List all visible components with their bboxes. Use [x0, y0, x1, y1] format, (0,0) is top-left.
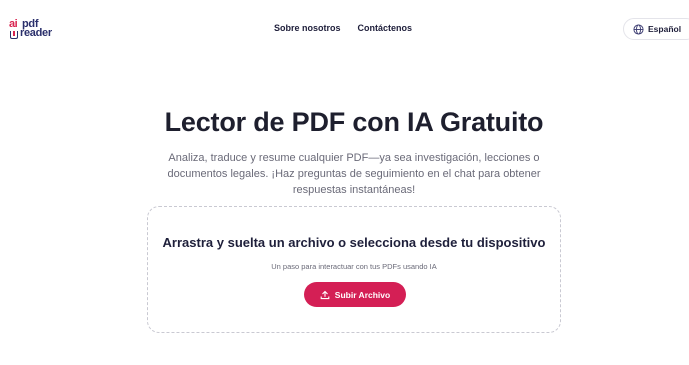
dropzone-title: Arrastra y suelta un archivo o seleccion…	[162, 235, 546, 250]
language-selector[interactable]: Español	[623, 18, 689, 40]
logo-mark-icon	[10, 31, 18, 39]
file-dropzone[interactable]: Arrastra y suelta un archivo o seleccion…	[147, 206, 561, 333]
page-title: Lector de PDF con IA Gratuito	[164, 107, 544, 137]
nav-link-contact[interactable]: Contáctenos	[358, 23, 413, 33]
upload-icon	[320, 290, 330, 300]
upload-button-label: Subir Archivo	[334, 289, 391, 300]
dropzone-subtitle: Un paso para interactuar con tus PDFs us…	[271, 262, 437, 271]
nav-link-about[interactable]: Sobre nosotros	[274, 23, 341, 33]
globe-icon	[633, 23, 644, 35]
page-subtitle: Analiza, traduce y resume cualquier PDF—…	[167, 152, 541, 196]
top-nav: Sobre nosotros Contáctenos	[274, 23, 412, 33]
logo-ai-text: ai	[9, 18, 18, 30]
language-label: Español	[648, 24, 682, 34]
logo-reader-text: reader	[20, 27, 52, 39]
upload-file-button[interactable]: Subir Archivo	[304, 282, 406, 307]
site-logo[interactable]: ai pdf reader	[9, 18, 57, 42]
